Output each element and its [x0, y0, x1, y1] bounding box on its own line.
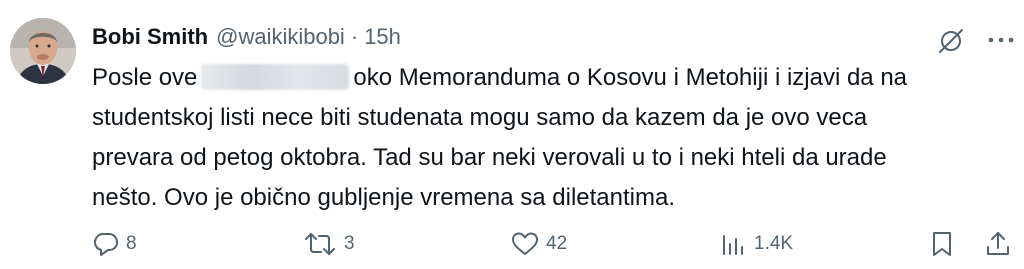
more-icon[interactable]	[984, 30, 1018, 50]
share-icon	[987, 232, 1009, 255]
tweet-text-segment: Posle ove	[92, 64, 198, 91]
tweet-card: Bobi Smith @waikikibobi · 15h Posle ove o…	[0, 0, 1024, 269]
reply-count: 8	[126, 233, 137, 254]
share-button[interactable]	[984, 224, 1012, 264]
reply-button[interactable]: 8	[92, 224, 137, 264]
tweet-header: Bobi Smith @waikikibobi · 15h	[92, 24, 401, 54]
grok-icon[interactable]	[936, 26, 966, 56]
avatar[interactable]	[10, 18, 76, 84]
like-button[interactable]: 42	[510, 224, 567, 264]
reply-icon	[94, 233, 118, 256]
avatar-image	[10, 18, 76, 84]
views-button[interactable]: 1.4K	[718, 224, 793, 264]
bookmark-icon	[933, 232, 951, 256]
like-count: 42	[546, 233, 568, 254]
action-bar: 8 3 42 1.4K	[0, 224, 1024, 264]
tweet-line: prevara od petog oktobra. Tad su bar nek…	[92, 144, 887, 171]
redacted-word	[201, 64, 350, 90]
repost-button[interactable]: 3	[302, 224, 355, 264]
views-count: 1.4K	[754, 233, 794, 254]
views-icon	[723, 235, 743, 255]
repost-icon	[305, 233, 335, 255]
heart-icon	[512, 232, 538, 255]
author-name[interactable]: Bobi Smith	[92, 24, 208, 50]
repost-count: 3	[344, 233, 355, 254]
timestamp[interactable]: 15h	[364, 24, 401, 50]
tweet-text: Posle ove oko Memoranduma o Kosovu i Meto…	[92, 58, 1012, 218]
tweet-line: Posle ove oko Memoranduma o Kosovu i Meto…	[92, 58, 1012, 98]
bookmark-button[interactable]	[928, 224, 956, 264]
separator-dot: ·	[350, 24, 359, 49]
tweet-line: studentskoj listi nece biti studenata mo…	[92, 104, 868, 131]
tweet-text-segment: oko Memoranduma o Kosovu i Metohiji i iz…	[353, 64, 908, 91]
author-handle[interactable]: @waikikibobi	[216, 24, 345, 50]
tweet-line: nešto. Ovo je obično gubljenje vremena s…	[92, 184, 676, 211]
